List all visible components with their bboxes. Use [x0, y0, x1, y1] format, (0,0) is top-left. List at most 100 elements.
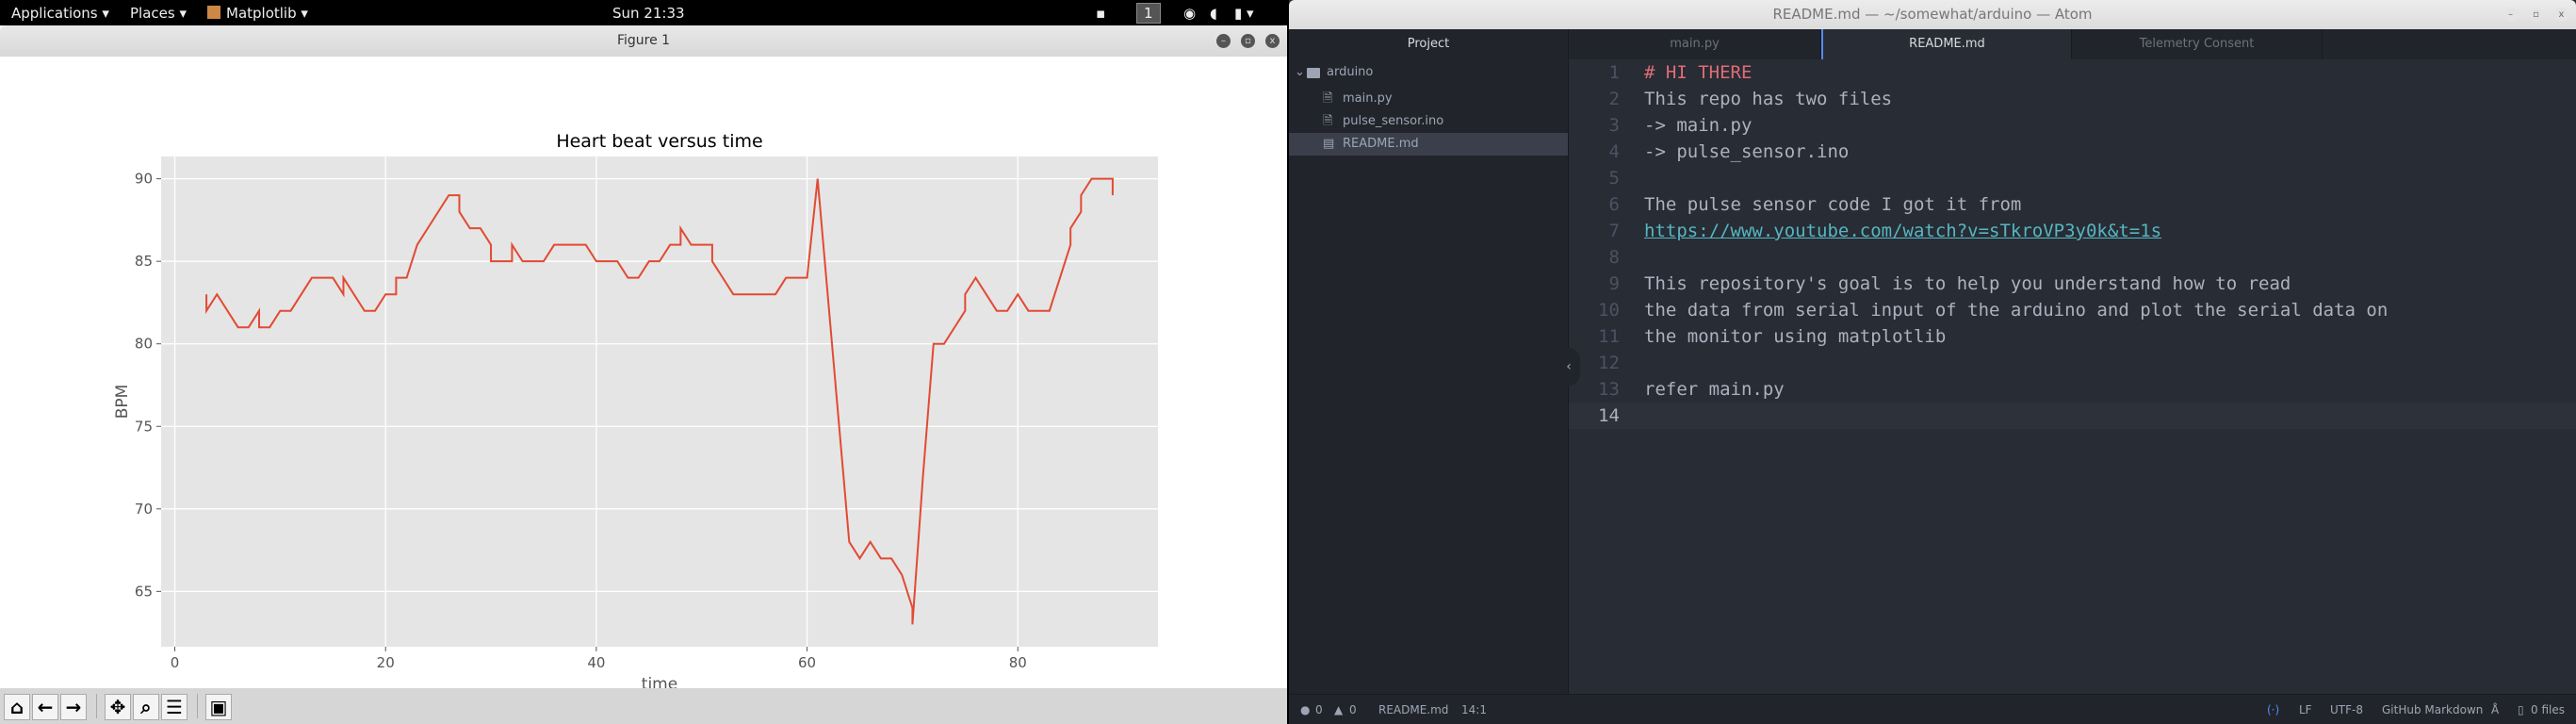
maximize-button[interactable]: ▫: [1241, 34, 1255, 48]
error-icon[interactable]: ●: [1300, 703, 1310, 716]
minimize-button[interactable]: –: [1216, 34, 1231, 48]
status-file-path[interactable]: README.md: [1378, 703, 1448, 716]
warning-count[interactable]: 0: [1349, 703, 1357, 716]
folder-label: arduino: [1327, 65, 1374, 79]
y-tick-label: 75: [135, 418, 153, 435]
tab-project[interactable]: Project: [1289, 29, 1569, 59]
editor-line[interactable]: 1 # HI THERE: [1569, 59, 2576, 86]
figure-titlebar: Figure 1 – ▫ x: [0, 25, 1287, 57]
pan-button[interactable]: ✥: [105, 694, 131, 720]
line-text: This repository's goal is to help you un…: [1644, 273, 2291, 294]
editor-line[interactable]: 3 -> main.py: [1569, 112, 2576, 139]
back-button[interactable]: ←: [32, 694, 58, 720]
top-panel: Applications ▾ Places ▾ Matplotlib ▾ Sun…: [0, 0, 1289, 25]
line-text: -> pulse_sensor.ino: [1644, 141, 1850, 162]
line-text: # HI THERE: [1644, 62, 1753, 83]
grammar[interactable]: GitHub Markdown: [2382, 703, 2483, 716]
line-text: This repo has two files: [1644, 89, 1893, 109]
editor-line[interactable]: 12: [1569, 350, 2576, 376]
tab-main-py[interactable]: main.py: [1569, 29, 1821, 59]
tree-file-main-py[interactable]: 🗎 main.py: [1289, 88, 1568, 110]
line-text: the monitor using matplotlib: [1644, 326, 1947, 347]
editor-line[interactable]: 7 https://www.youtube.com/watch?v=sTkroVP…: [1569, 218, 2576, 244]
x-tick-label: 60: [798, 654, 816, 671]
broadcast-icon[interactable]: Å: [2491, 703, 2499, 716]
save-button[interactable]: ▣: [205, 694, 232, 720]
line-number: 3: [1608, 115, 1620, 136]
file-label: README.md: [1343, 137, 1419, 151]
divider: [96, 694, 97, 718]
editor-line[interactable]: 13 refer main.py: [1569, 376, 2576, 403]
line-text: the data from serial input of the arduin…: [1644, 300, 2389, 321]
y-tick-label: 85: [135, 253, 153, 270]
close-button[interactable]: x: [2554, 8, 2568, 22]
close-button[interactable]: x: [1265, 34, 1280, 48]
files-count[interactable]: 0 files: [2531, 703, 2565, 716]
sync-icon[interactable]: (·): [2267, 703, 2279, 716]
wifi-icon[interactable]: ◉: [1183, 5, 1196, 22]
tab-bar: Project main.py README.md Telemetry Cons…: [1289, 29, 2576, 59]
applications-menu[interactable]: Applications ▾: [11, 5, 109, 22]
x-tick-label: 40: [587, 654, 605, 671]
error-count[interactable]: 0: [1315, 703, 1323, 716]
heart-beat-chart: 0 20 40 60 80 65 70 75 80 85 90 Heart beat versus t…: [113, 131, 1158, 694]
line-number: 11: [1598, 326, 1620, 347]
tab-readme[interactable]: README.md: [1821, 29, 2072, 59]
plot-area: [161, 156, 1158, 647]
cursor-position[interactable]: 14:1: [1461, 703, 1487, 716]
line-number: 9: [1608, 273, 1620, 294]
home-button[interactable]: ⌂: [4, 694, 30, 720]
places-menu[interactable]: Places ▾: [130, 5, 187, 22]
editor-line[interactable]: 14: [1569, 403, 2576, 429]
minimize-button[interactable]: –: [2503, 8, 2518, 22]
tree-folder-arduino[interactable]: ⌄ arduino: [1289, 61, 1568, 84]
project-tree: ⌄ arduino 🗎 main.py 🗎 pulse_sensor.ino ▤…: [1289, 59, 1569, 694]
navigation-toolbar: ⌂ ← → ✥ ⌕ ☰ ▣: [0, 688, 1287, 724]
x-tick-label: 80: [1009, 654, 1027, 671]
workspace-indicator[interactable]: 1: [1136, 3, 1161, 24]
line-text: -> main.py: [1644, 115, 1753, 136]
figure-canvas[interactable]: 0 20 40 60 80 65 70 75 80 85 90 Heart beat versus t…: [0, 57, 1287, 694]
y-tick-label: 80: [135, 336, 153, 353]
figure-window: Figure 1 – ▫ x 0 20 40 60 80 65 70 75 80 85 90 Hear…: [0, 25, 1287, 724]
chevron-down-icon: ⌄: [1295, 65, 1305, 79]
clock[interactable]: Sun 21:33: [612, 5, 685, 22]
atom-window: README.md — ~/somewhat/arduino — Atom – …: [1289, 0, 2576, 724]
editor-line[interactable]: 5: [1569, 165, 2576, 191]
x-tick-label: 20: [377, 654, 395, 671]
line-number: 10: [1598, 300, 1620, 321]
configure-subplots-button[interactable]: ☰: [161, 694, 187, 720]
forward-button[interactable]: →: [60, 694, 87, 720]
editor-line[interactable]: 2 This repo has two files: [1569, 86, 2576, 112]
link[interactable]: https://www.youtube.com/watch?v=sTkroVP3…: [1644, 218, 2161, 244]
zoom-button[interactable]: ⌕: [133, 694, 159, 720]
app-menu[interactable]: Matplotlib ▾: [226, 5, 308, 22]
volume-icon[interactable]: ◖: [1210, 5, 1217, 22]
editor-line[interactable]: 9 This repository's goal is to help you u…: [1569, 271, 2576, 297]
y-tick-label: 90: [135, 171, 153, 188]
editor-line[interactable]: 6 The pulse sensor code I got it from: [1569, 191, 2576, 218]
matplotlib-app-icon: [207, 6, 220, 19]
divider: [197, 694, 198, 718]
warning-icon[interactable]: ▲: [1334, 703, 1343, 716]
x-tick-label: 0: [171, 654, 180, 671]
tree-file-pulse-sensor[interactable]: 🗎 pulse_sensor.ino: [1289, 110, 1568, 133]
y-axis-label: BPM: [113, 385, 132, 420]
tree-collapse-handle[interactable]: ‹: [1557, 348, 1580, 386]
tab-telemetry-consent[interactable]: Telemetry Consent: [2072, 29, 2323, 59]
editor-line[interactable]: 8: [1569, 244, 2576, 271]
file-label: main.py: [1343, 91, 1393, 106]
tree-file-readme[interactable]: ▤ README.md: [1289, 133, 1568, 156]
battery-icon[interactable]: ▮ ▾: [1234, 5, 1254, 22]
editor-line[interactable]: 4 -> pulse_sensor.ino: [1569, 139, 2576, 165]
line-text: The pulse sensor code I got it from: [1644, 194, 2022, 215]
encoding[interactable]: UTF-8: [2330, 703, 2363, 716]
editor-line[interactable]: 10 the data from serial input of the ardu…: [1569, 297, 2576, 323]
git-file-icon[interactable]: ▯: [2518, 703, 2524, 716]
editor-line[interactable]: 11 the monitor using matplotlib: [1569, 323, 2576, 350]
x-axis-label: time: [642, 675, 677, 688]
maximize-button[interactable]: ▫: [2529, 8, 2543, 22]
file-text-icon: 🗎: [1323, 114, 1333, 128]
text-editor[interactable]: 1 # HI THERE 2 This repo has two files 3 -> m…: [1557, 59, 2576, 694]
line-ending[interactable]: LF: [2299, 703, 2312, 716]
